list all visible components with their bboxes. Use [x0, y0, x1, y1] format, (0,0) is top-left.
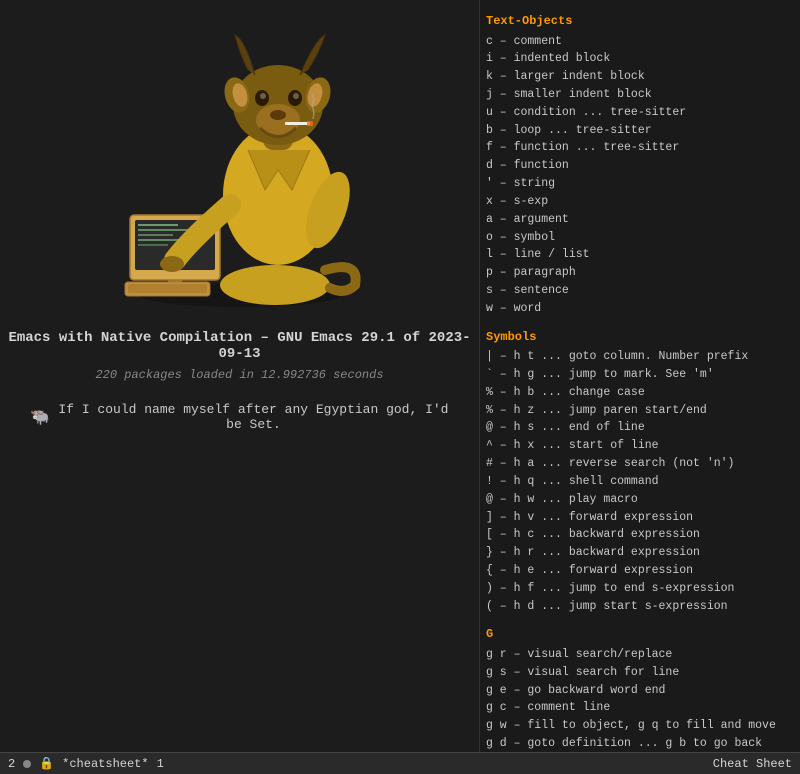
- list-item: i – indented block: [486, 50, 792, 68]
- splash-text: If I could name myself after any Egyptia…: [58, 402, 449, 432]
- list-item: l – line / list: [486, 246, 792, 264]
- list-item: ^ – h x ... start of line: [486, 437, 792, 455]
- list-item: { – h e ... forward expression: [486, 562, 792, 580]
- text-objects-list: c – commenti – indented blockk – larger …: [486, 33, 792, 318]
- symbols-title: Symbols: [486, 328, 792, 347]
- list-item: [ – h c ... backward expression: [486, 526, 792, 544]
- list-item: x – s-exp: [486, 193, 792, 211]
- list-item: ) – h f ... jump to end s-expression: [486, 580, 792, 598]
- list-item: o – symbol: [486, 229, 792, 247]
- splash-message: 🐃 If I could name myself after any Egypt…: [0, 402, 479, 432]
- status-num: 2: [8, 757, 15, 771]
- list-item: g r – visual search/replace: [486, 646, 792, 664]
- list-item: | – h t ... goto column. Number prefix: [486, 348, 792, 366]
- status-filename: *cheatsheet*: [62, 757, 148, 771]
- right-panel: Text-Objects c – commenti – indented blo…: [480, 0, 800, 774]
- packages-loaded: 220 packages loaded in 12.992736 seconds: [95, 368, 383, 382]
- emacs-icon: 🐃: [30, 407, 50, 427]
- list-item: % – h z ... jump paren start/end: [486, 402, 792, 420]
- list-item: j – smaller indent block: [486, 86, 792, 104]
- list-item: g c – comment line: [486, 699, 792, 717]
- list-item: c – comment: [486, 33, 792, 51]
- list-item: } – h r ... backward expression: [486, 544, 792, 562]
- symbols-list: | – h t ... goto column. Number prefix` …: [486, 348, 792, 615]
- list-item: u – condition ... tree-sitter: [486, 104, 792, 122]
- list-item: # – h a ... reverse search (not 'n'): [486, 455, 792, 473]
- list-item: s – sentence: [486, 282, 792, 300]
- list-item: % – h b ... change case: [486, 384, 792, 402]
- app-title: Emacs with Native Compilation – GNU Emac…: [0, 330, 479, 362]
- list-item: ` – h g ... jump to mark. See 'm': [486, 366, 792, 384]
- list-item: a – argument: [486, 211, 792, 229]
- list-item: ' – string: [486, 175, 792, 193]
- list-item: g d – goto definition ... g b to go back: [486, 735, 792, 753]
- list-item: g w – fill to object, g q to fill and mo…: [486, 717, 792, 735]
- list-item: @ – h s ... end of line: [486, 419, 792, 437]
- gnu-mascot-image: [100, 20, 380, 310]
- list-item: ! – h q ... shell command: [486, 473, 792, 491]
- list-item: b – loop ... tree-sitter: [486, 122, 792, 140]
- g-title: G: [486, 625, 792, 644]
- status-indicator: [23, 760, 31, 768]
- list-item: @ – h w ... play macro: [486, 491, 792, 509]
- status-num2: 1: [157, 757, 164, 771]
- list-item: w – word: [486, 300, 792, 318]
- status-bar: 2 🔒 *cheatsheet* 1 Cheat Sheet: [0, 752, 800, 774]
- list-item: ( – h d ... jump start s-expression: [486, 598, 792, 616]
- list-item: p – paragraph: [486, 264, 792, 282]
- list-item: d – function: [486, 157, 792, 175]
- text-objects-title: Text-Objects: [486, 12, 792, 31]
- list-item: ] – h v ... forward expression: [486, 509, 792, 527]
- list-item: g e – go backward word end: [486, 682, 792, 700]
- status-file-icons: 🔒: [39, 756, 54, 771]
- list-item: k – larger indent block: [486, 68, 792, 86]
- list-item: g s – visual search for line: [486, 664, 792, 682]
- left-panel: Emacs with Native Compilation – GNU Emac…: [0, 0, 480, 774]
- list-item: f – function ... tree-sitter: [486, 139, 792, 157]
- status-right-label: Cheat Sheet: [713, 757, 792, 771]
